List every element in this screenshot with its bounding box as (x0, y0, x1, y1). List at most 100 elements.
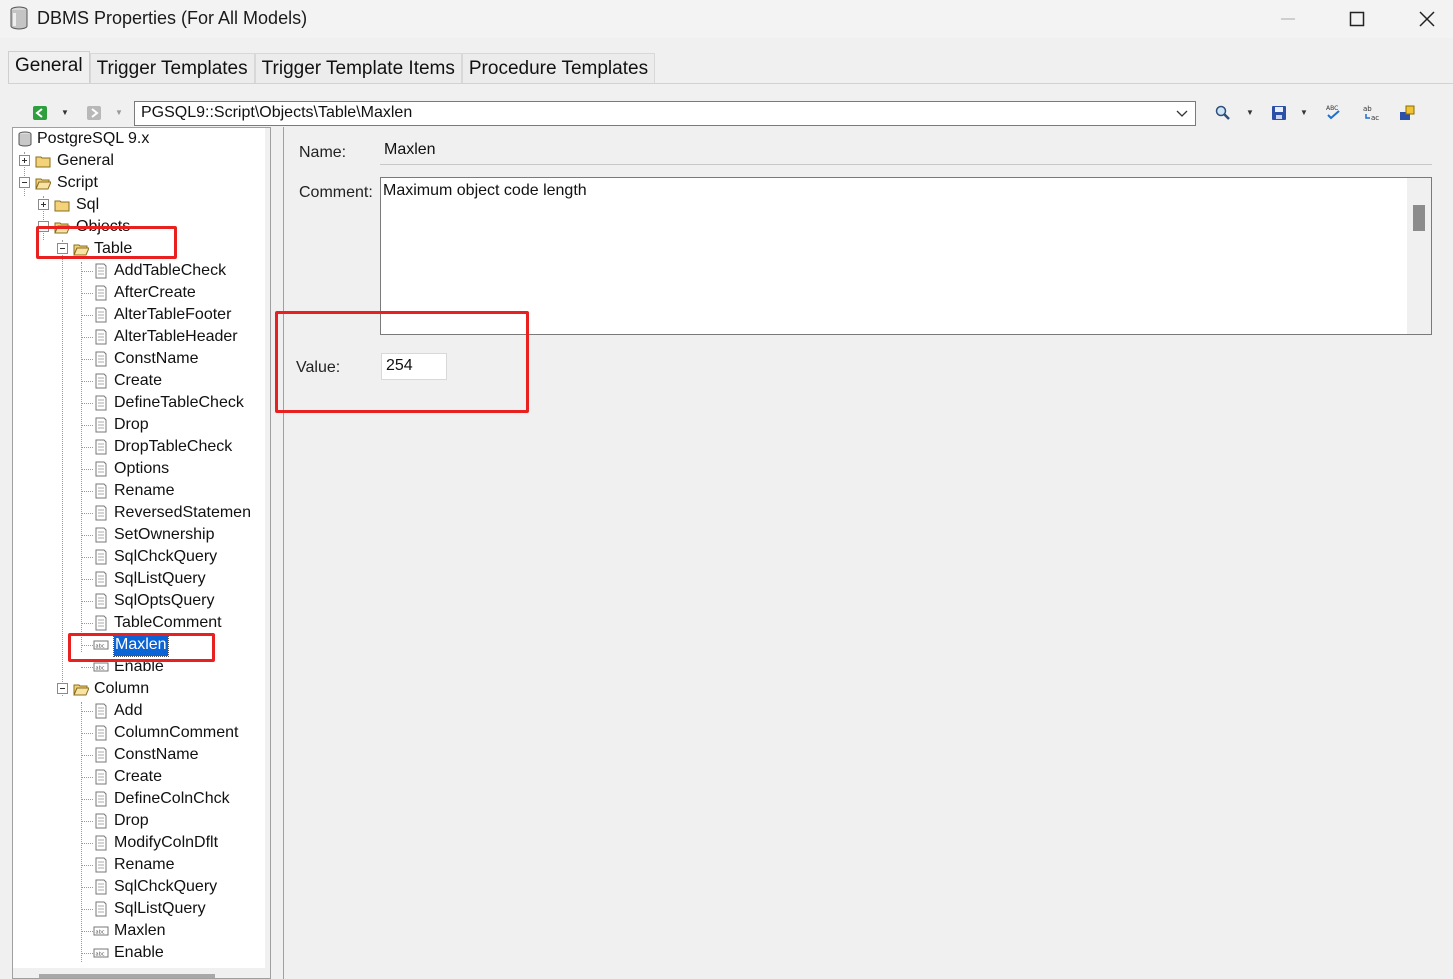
properties-icon (1400, 105, 1415, 120)
name-label: Name: (299, 144, 347, 161)
collapse-icon[interactable] (57, 243, 68, 254)
folder-open-icon (54, 222, 70, 234)
tree-connector (81, 645, 93, 646)
properties-button[interactable] (1398, 104, 1416, 122)
comment-scrollbar[interactable] (1407, 178, 1431, 334)
tree-node-label: AddTableCheck (114, 262, 227, 279)
tree-node-label: Add (114, 702, 143, 719)
folder-open-icon (35, 178, 51, 190)
database-icon (18, 131, 32, 147)
tree-connector (81, 403, 93, 404)
svg-text:abc: abc (96, 930, 105, 936)
tab-general[interactable]: General (8, 51, 90, 83)
script-item-icon (95, 351, 107, 367)
tab-trigger-template-items[interactable]: Trigger Template Items (254, 53, 462, 83)
tree-node-label: Rename (114, 482, 175, 499)
collapse-icon[interactable] (57, 683, 68, 694)
maximize-icon (1349, 11, 1365, 27)
tree-node-label: DefineTableCheck (114, 394, 244, 411)
maximize-button[interactable] (1322, 0, 1392, 38)
tree-node-label: Column (94, 680, 150, 697)
tree-node-label: AlterTableFooter (114, 306, 232, 323)
tree-connector (81, 909, 93, 910)
tree-connector (81, 931, 93, 932)
database-icon (10, 6, 28, 30)
script-item-icon (95, 615, 107, 631)
tree-connector (81, 557, 93, 558)
name-field[interactable]: Maxlen (380, 135, 1432, 165)
tree-vertical-scrollbar[interactable] (265, 128, 270, 978)
scrollbar-thumb[interactable] (1413, 205, 1425, 231)
script-item-icon (95, 703, 107, 719)
tree-node-label: ReversedStatemen (114, 504, 251, 521)
save-button[interactable] (1270, 104, 1288, 122)
tab-divider (8, 83, 1453, 84)
save-dropdown-button[interactable]: ▼ (1300, 108, 1308, 117)
tree-node-label: SetOwnership (114, 526, 215, 543)
value-field[interactable]: 254 (381, 353, 447, 380)
tree-node-label: SqlOptsQuery (114, 592, 215, 609)
tree-node-label: Maxlen (113, 633, 169, 657)
tree-connector (81, 447, 93, 448)
comment-label: Comment: (299, 184, 373, 201)
forward-arrow-icon (87, 106, 101, 120)
folder-open-icon (73, 244, 89, 256)
back-button[interactable] (31, 104, 49, 122)
forward-dropdown-button[interactable]: ▼ (115, 108, 123, 117)
replace-button[interactable]: ab ac (1362, 104, 1380, 122)
replace-icon: abac (1363, 105, 1379, 122)
collapse-icon[interactable] (19, 177, 30, 188)
back-dropdown-button[interactable]: ▼ (61, 108, 69, 117)
script-item-icon (95, 549, 107, 565)
minimize-button[interactable] (1253, 0, 1323, 38)
tree-connector (81, 535, 93, 536)
tab-procedure-templates[interactable]: Procedure Templates (461, 53, 656, 83)
tree-node-label: Create (114, 768, 163, 785)
tree-horizontal-scrollbar[interactable] (13, 968, 265, 978)
tree-connector (81, 733, 93, 734)
expand-icon[interactable] (38, 199, 49, 210)
dbms-properties-window: DBMS Properties (For All Models) General… (0, 0, 1453, 979)
tree-connector (81, 711, 93, 712)
tree-node-label: SqlChckQuery (114, 878, 218, 895)
tree-connector (81, 623, 93, 624)
find-button[interactable] (1214, 104, 1232, 122)
value-label: Value: (296, 359, 341, 376)
save-icon (1272, 106, 1286, 120)
minimize-icon (1281, 18, 1295, 20)
tree-node-label: ConstName (114, 746, 199, 763)
value-item-icon: abc (93, 640, 109, 650)
comment-textarea[interactable]: Maximum object code length (380, 177, 1432, 335)
tree-node-label: Enable (114, 944, 164, 961)
tree-connector (81, 667, 93, 668)
find-dropdown-button[interactable]: ▼ (1246, 108, 1254, 117)
close-button[interactable] (1392, 0, 1453, 38)
title-bar: DBMS Properties (For All Models) (0, 0, 1453, 38)
tree-connector (81, 315, 93, 316)
svg-text:abc: abc (96, 666, 105, 672)
script-item-icon (95, 857, 107, 873)
script-item-icon (95, 461, 107, 477)
script-item-icon (95, 505, 107, 521)
tree-connector (81, 821, 93, 822)
script-item-icon (95, 813, 107, 829)
tree-node-label: Drop (114, 416, 149, 433)
tree-node-label: Rename (114, 856, 175, 873)
scrollbar-thumb[interactable] (39, 974, 215, 978)
spell-check-button[interactable]: ABC (1325, 104, 1343, 122)
tree-connector (81, 702, 82, 962)
tab-trigger-templates[interactable]: Trigger Templates (89, 53, 255, 83)
tree-connector (81, 271, 93, 272)
collapse-icon[interactable] (38, 221, 49, 232)
path-combo[interactable]: PGSQL9::Script\Objects\Table\Maxlen (134, 101, 1196, 126)
expand-icon[interactable] (19, 155, 30, 166)
script-item-icon (95, 527, 107, 543)
script-item-icon (95, 263, 107, 279)
folder-icon (35, 156, 51, 168)
tree-node-label: Script (57, 174, 98, 191)
tree-view[interactable]: PostgreSQL 9.x General Script Sql Object… (12, 127, 271, 979)
tree-connector (81, 262, 82, 652)
forward-button[interactable] (85, 104, 103, 122)
tree-connector (81, 777, 93, 778)
tree-node-label: TableComment (114, 614, 222, 631)
